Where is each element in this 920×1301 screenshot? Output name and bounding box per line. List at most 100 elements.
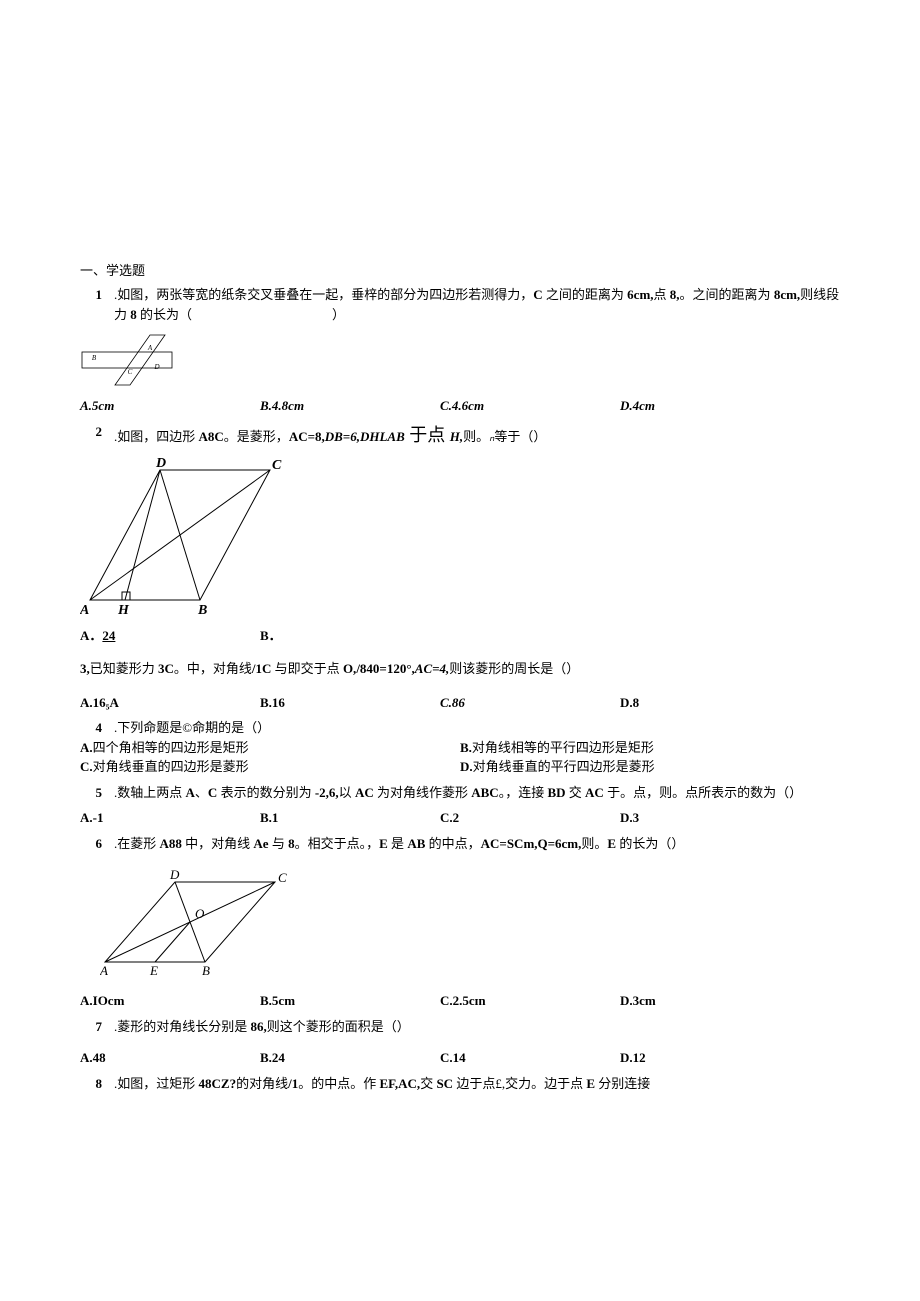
q5-text-8: 于。点，则。点所表示的数为（）	[604, 785, 802, 800]
question-4: 4 .下列命题是©命期的是（） A.四个角相等的四边形是矩形 B.对角线相等的平…	[80, 718, 840, 777]
q2-optA-pre: A．	[80, 628, 102, 643]
q7-text-1: .菱形的对角线长分别是	[114, 1019, 251, 1034]
q6-text-7: 则。	[581, 836, 607, 851]
section-header: 一、学选题	[80, 260, 840, 279]
q2-optA-val: 24	[102, 628, 115, 643]
q1-text-7: ）	[332, 307, 345, 322]
q2-body: .如图，四边形 A8C。是菱形，AC=8,DB=6,DHLAB 于点 H,则。ₙ…	[114, 422, 840, 449]
q6-choices: A.IOcm B.5cm C.2.5cɪn D.3cm	[80, 991, 840, 1011]
q2-lbl-H: H	[117, 603, 130, 618]
q1-opt-A: A.5cm	[80, 396, 260, 416]
q7-body: .菱形的对角线长分别是 86,则这个菱形的面积是（）	[114, 1017, 840, 1037]
q8-diag: /1	[288, 1076, 298, 1091]
q4-optC-l: C.	[80, 759, 93, 774]
q3-3C: 3C	[158, 661, 174, 676]
q8-rect: 48CZ?	[199, 1076, 237, 1091]
q4-optA-t: 四个角相等的四边形是矩形	[93, 740, 249, 755]
q5-opt-C: C.2	[440, 808, 620, 828]
q6-A88: A88	[160, 836, 182, 851]
q8-EFAC: EF,AC,	[379, 1076, 420, 1091]
q4-optB-t: 对角线相等的平行四边形是矩形	[472, 740, 654, 755]
q4-opt-C: C.对角线垂直的四边形是菱形	[80, 757, 460, 777]
q6-AB: AB	[407, 836, 425, 851]
q3-number: 3,	[80, 661, 90, 676]
q2-db: DB=6,	[325, 429, 360, 444]
q4-optC-t: 对角线垂直的四边形是菱形	[93, 759, 249, 774]
q4-opt-A: A.四个角相等的四边形是矩形	[80, 738, 460, 758]
q7-number: 7	[80, 1017, 102, 1037]
question-5: 5 .数轴上两点 A、C 表示的数分别为 -2,6,以 AC 为对角线作菱形 A…	[80, 783, 840, 828]
q5-text-4: 以	[339, 785, 355, 800]
q6-number: 6	[80, 834, 102, 854]
q3-opt-C: C.86	[440, 693, 620, 713]
q2-ac: AC=8,	[289, 429, 325, 444]
q6-E2: E	[607, 836, 616, 851]
question-1: 1 .如图，两张等宽的纸条交叉垂叠在一起，垂梓的部分为四边形若测得力，C 之间的…	[80, 285, 840, 416]
q3-text-2: 。中，对角线	[174, 661, 252, 676]
q5-text-5: 为对角线作菱形	[374, 785, 472, 800]
question-6: 6 .在菱形 A88 中，对角线 Ae 与 8。相交于点。，E 是 AB 的中点…	[80, 834, 840, 1011]
q6-lbl-E: E	[149, 963, 158, 977]
q7-opt-A: A.48	[80, 1048, 260, 1068]
q8-text-2: 的对角线	[236, 1076, 288, 1091]
q6-lbl-B: B	[202, 963, 210, 977]
q5-opt-D: D.3	[620, 808, 800, 828]
q7-text-2: 则这个菱形的面积是（）	[267, 1019, 410, 1034]
q5-AC: AC	[355, 785, 374, 800]
q6-E: E	[379, 836, 388, 851]
page-content: 一、学选题 1 .如图，两张等宽的纸条交叉垂叠在一起，垂梓的部分为四边形若测得力…	[0, 0, 920, 1179]
q5-opt-A: A.-1	[80, 808, 260, 828]
q2-text-4: 等于（）	[494, 429, 546, 444]
q7-choices: A.48 B.24 C.14 D.12	[80, 1048, 840, 1068]
q5-choices: A.-1 B.1 C.2 D.3	[80, 808, 840, 828]
q1-dist2: 8cm,	[774, 287, 800, 302]
q1-body: .如图，两张等宽的纸条交叉垂叠在一起，垂梓的部分为四边形若测得力，C 之间的距离…	[114, 285, 840, 324]
q1-text-2: 之间的距离为	[543, 287, 628, 302]
q2-opt-B: B．	[260, 626, 440, 646]
question-8: 8 .如图，过矩形 48CZ?的对角线/1。的中点。作 EF,AC,交 SC 边…	[80, 1074, 840, 1094]
q5-text-1: .数轴上两点	[114, 785, 186, 800]
q7-opt-C: C.14	[440, 1048, 620, 1068]
q5-text-7: 交	[566, 785, 586, 800]
q5-ABC: ABC	[471, 785, 498, 800]
q4-optA-l: A.	[80, 740, 93, 755]
q4-number: 4	[80, 718, 102, 738]
q3-opt-B: B.16	[260, 693, 440, 713]
q6-lbl-A: A	[100, 963, 108, 977]
q2-figure: D C A H B	[80, 455, 840, 620]
q6-text-5: 是	[388, 836, 408, 851]
q2-A8C: A8C	[199, 429, 224, 444]
q4-optD-l: D.	[460, 759, 473, 774]
q5-BD: BD	[547, 785, 565, 800]
question-7: 7 .菱形的对角线长分别是 86,则这个菱形的面积是（） A.48 B.24 C…	[80, 1017, 840, 1068]
q3-ang: /840=120°,	[356, 661, 414, 676]
q1-text-3: 点	[654, 287, 670, 302]
question-2: 2 .如图，四边形 A8C。是菱形，AC=8,DB=6,DHLAB 于点 H,则…	[80, 422, 840, 646]
q6-text-6: 的中点，	[425, 836, 480, 851]
q6-opt-C: C.2.5cɪn	[440, 991, 620, 1011]
q1-opt-D: D.4cm	[620, 396, 800, 416]
q1-choices: A.5cm B.4.8cm C.4.6cm D.4cm	[80, 396, 840, 416]
q4-text-1: .下列命题是©命期的是（）	[114, 720, 270, 735]
q1-pt8: 8,	[670, 287, 680, 302]
q1-text-1: .如图，两张等宽的纸条交叉垂叠在一起，垂梓的部分为四边形若测得力，	[114, 287, 533, 302]
q6-text-2: 中，对角线	[182, 836, 254, 851]
q5-A: A	[186, 785, 195, 800]
q2-number: 2	[80, 422, 102, 442]
q7-opt-D: D.12	[620, 1048, 800, 1068]
q6-lbl-O: O	[195, 906, 205, 921]
question-3: 3,已知菱形力 3C。中，对角线/1C 与即交于点 O,/840=120°,AC…	[80, 659, 840, 712]
q6-body: .在菱形 A88 中，对角线 Ae 与 8。相交于点。，E 是 AB 的中点，A…	[114, 834, 840, 854]
q6-figure: D C O A E B	[100, 867, 840, 977]
q6-opt-D: D.3cm	[620, 991, 800, 1011]
q2-lbl-B: B	[197, 603, 207, 618]
q5-body: .数轴上两点 A、C 表示的数分别为 -2,6,以 AC 为对角线作菱形 ABC…	[114, 783, 840, 803]
svg-text:C: C	[128, 368, 133, 376]
q6-text-3: 与	[269, 836, 289, 851]
q3-text-1: 已知菱形力	[90, 661, 158, 676]
q5-C: C	[208, 785, 217, 800]
q6-text-8: 的长为（）	[616, 836, 684, 851]
q5-text-3: 表示的数分别为	[217, 785, 315, 800]
q1-figure: A D B C	[80, 330, 840, 390]
q6-Ae: Ae	[253, 836, 268, 851]
